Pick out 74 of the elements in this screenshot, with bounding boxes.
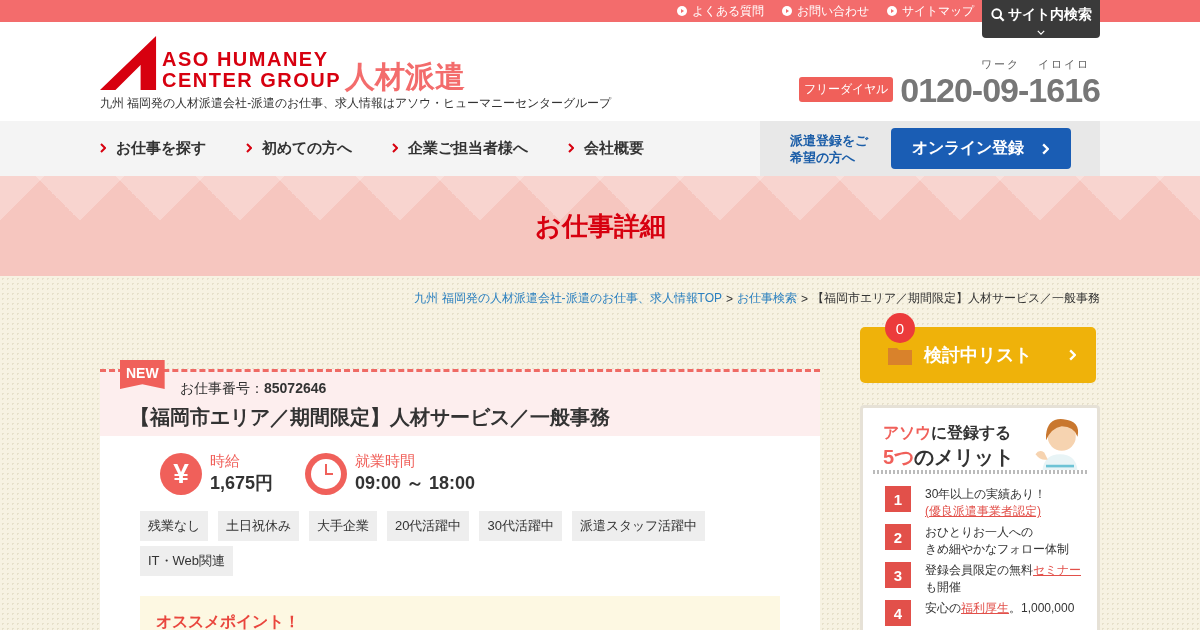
chevron-right-icon [1069, 349, 1076, 361]
site-search-button[interactable]: サイト内検索 [982, 0, 1100, 38]
feature-tag: 土日祝休み [218, 511, 299, 541]
play-icon [887, 6, 897, 16]
nav-link[interactable]: 初めての方へ [246, 139, 352, 158]
breadcrumb-separator: > [725, 291, 733, 306]
merit-number: 3 [885, 562, 911, 588]
top-link[interactable]: サイトマップ [887, 0, 974, 22]
play-icon [782, 6, 792, 16]
breadcrumb-link[interactable]: お仕事検索 [737, 290, 797, 307]
chevron-right-icon [568, 143, 574, 153]
breadcrumb-link[interactable]: 九州 福岡発の人材派遣会社-派遣のお仕事、求人情報TOP [414, 290, 722, 307]
breadcrumb-separator: > [801, 291, 808, 306]
nav-link[interactable]: 会社概要 [568, 139, 644, 158]
merit-text: 安心の福利厚生。1,000,000 [925, 600, 1076, 617]
top-link[interactable]: お問い合わせ [782, 0, 869, 22]
logo-text: CENTER GROUP [162, 70, 342, 91]
top-link[interactable]: よくある質問 [677, 0, 764, 22]
recommend-title: オススメポイント！ [156, 613, 300, 630]
new-ribbon: NEW [120, 360, 165, 389]
merit-number: 2 [885, 524, 911, 550]
phone-number: 09 [982, 71, 1019, 109]
search-icon [990, 8, 1005, 22]
merits-heading: のメリット [914, 446, 1015, 468]
clock-icon [305, 452, 348, 495]
site-description: 九州 福岡発の人材派遣会社-派遣のお仕事、求人情報はアソウ・ヒューマニーセンターグループ [100, 95, 612, 112]
job-number: 85072646 [264, 380, 327, 396]
phone-number: 1616 [1028, 71, 1100, 109]
breadcrumb-current: 【福岡市エリア／期間限定】人材サービス／一般事務 [812, 290, 1100, 307]
yen-icon: ¥ [160, 452, 202, 495]
chevron-right-icon [392, 143, 398, 153]
count-badge: 0 [885, 313, 915, 343]
feature-tag: 30代活躍中 [479, 511, 562, 541]
phone-reading: ワーク [979, 57, 1021, 72]
feature-tag: 派遣スタッフ活躍中 [571, 511, 705, 541]
merits-heading: アソウ [883, 424, 931, 441]
chevron-right-icon [1042, 142, 1050, 155]
chevron-right-icon [100, 143, 106, 153]
feature-tag: 20代活躍中 [387, 511, 470, 541]
chevron-right-icon [246, 143, 252, 153]
job-number-label: お仕事番号： [180, 380, 264, 396]
nav-link[interactable]: お仕事を探す [100, 139, 206, 158]
logo-text: ASO HUMANEY [162, 49, 330, 70]
feature-tag: 大手企業 [309, 511, 377, 541]
fact-value: 1,675円 [210, 472, 274, 495]
free-dial-badge: フリーダイヤル [799, 77, 894, 102]
merits-heading: に登録する [931, 424, 1011, 441]
merit-link[interactable]: (優良派遣事業者認定) [925, 504, 1041, 518]
fact-label: 就業時間 [355, 452, 417, 471]
play-icon [677, 6, 687, 16]
fact-label: 時給 [210, 452, 241, 471]
chevron-down-icon [1037, 30, 1045, 35]
merit-text: 登録会員限定の無料セミナー も開催 [925, 562, 1082, 596]
merit-number: 1 [885, 486, 911, 512]
online-register-button[interactable]: オンライン登録 [890, 128, 1071, 169]
register-note: 派遣登録をご希望の方へ [790, 131, 870, 166]
page-title: お仕事詳細 [534, 209, 666, 243]
merit-link[interactable]: 福利厚生 [961, 601, 1009, 615]
logo-tagline: 人材派遣 [345, 59, 466, 95]
phone-reading: イロイロ [1037, 57, 1092, 72]
phone-number: 0120- [900, 71, 983, 109]
phone-number: - [1018, 71, 1029, 109]
fact-value: 09:00 ～ 18:00 [355, 472, 476, 495]
feature-tag: 残業なし [140, 511, 208, 541]
merit-link[interactable]: セミナー [1033, 563, 1081, 577]
job-title: 【福岡市エリア／期間限定】人材サービス／一般事務 [130, 405, 611, 430]
folder-icon [888, 345, 912, 365]
merit-text: 30年以上の実績あり！ (優良派遣事業者認定) [925, 486, 1048, 520]
merit-number: 4 [885, 600, 911, 626]
merit-text: おひとりお一人への きめ細やかなフォロー体制 [925, 524, 1070, 558]
nav-link[interactable]: 企業ご担当者様へ [392, 139, 528, 158]
feature-tag: IT・Web関連 [140, 546, 234, 576]
merits-heading: 5つ [883, 446, 915, 468]
logo-mark-icon [100, 35, 158, 91]
